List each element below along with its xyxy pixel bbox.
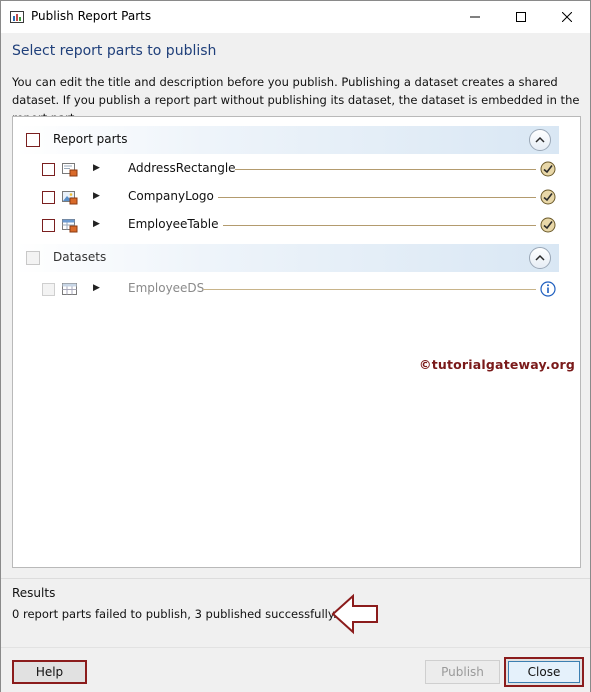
item-checkbox xyxy=(42,283,55,296)
publish-report-parts-dialog: Publish Report Parts Select report parts… xyxy=(0,0,591,692)
report-app-icon xyxy=(10,11,24,23)
maximize-icon xyxy=(516,12,526,22)
title-bar: Publish Report Parts xyxy=(1,1,590,33)
group-header-report-parts: Report parts xyxy=(16,126,559,154)
watermark-text: ©tutorialgateway.org xyxy=(419,357,575,372)
group-header-datasets: Datasets xyxy=(16,244,559,272)
list-item-report-part[interactable]: ▶ CompanyLogo xyxy=(13,183,580,211)
chevron-up-icon xyxy=(535,136,545,143)
image-part-icon xyxy=(62,191,78,205)
item-name: EmployeeTable xyxy=(128,217,219,231)
close-icon xyxy=(562,12,572,22)
report-parts-panel: Report parts ▶ AddressRectangle ▶ Compan… xyxy=(12,116,581,568)
publish-button[interactable]: Publish xyxy=(425,660,500,684)
title-underline xyxy=(223,225,536,226)
expand-triangle-icon[interactable]: ▶ xyxy=(93,283,100,293)
divider xyxy=(1,578,590,579)
list-item-report-part[interactable]: ▶ AddressRectangle xyxy=(13,155,580,183)
window-title: Publish Report Parts xyxy=(31,9,152,23)
collapse-report-parts-button[interactable] xyxy=(529,129,551,151)
chevron-up-icon xyxy=(535,254,545,261)
close-window-button[interactable] xyxy=(544,1,590,33)
page-title: Select report parts to publish xyxy=(12,43,217,59)
item-checkbox[interactable] xyxy=(42,191,55,204)
title-underline xyxy=(218,197,536,198)
published-check-icon xyxy=(540,189,556,205)
published-check-icon xyxy=(540,217,556,233)
expand-triangle-icon[interactable]: ▶ xyxy=(93,163,100,173)
expand-triangle-icon[interactable]: ▶ xyxy=(93,191,100,201)
dataset-icon xyxy=(62,283,77,295)
results-status-text: 0 report parts failed to publish, 3 publ… xyxy=(12,607,337,621)
group-label-datasets: Datasets xyxy=(53,250,107,264)
close-button-label: Close xyxy=(508,661,580,683)
item-name: EmployeeDS xyxy=(128,281,205,295)
rectangle-part-icon xyxy=(62,163,78,177)
minimize-button[interactable] xyxy=(452,1,498,33)
group-label-report-parts: Report parts xyxy=(53,132,128,146)
expand-triangle-icon[interactable]: ▶ xyxy=(93,219,100,229)
title-underline xyxy=(235,169,536,170)
collapse-datasets-button[interactable] xyxy=(529,247,551,269)
button-bar xyxy=(1,647,590,692)
help-button[interactable]: Help xyxy=(12,660,87,684)
item-checkbox[interactable] xyxy=(42,219,55,232)
title-underline xyxy=(203,289,536,290)
list-item-dataset[interactable]: ▶ EmployeeDS xyxy=(13,275,580,303)
minimize-icon xyxy=(470,16,480,18)
list-item-report-part[interactable]: ▶ EmployeeTable xyxy=(13,211,580,239)
datasets-select-all-checkbox xyxy=(26,251,40,265)
item-checkbox[interactable] xyxy=(42,163,55,176)
report-parts-select-all-checkbox[interactable] xyxy=(26,133,40,147)
left-arrow-annotation-icon xyxy=(331,593,378,635)
item-name: CompanyLogo xyxy=(128,189,214,203)
table-part-icon xyxy=(62,219,78,233)
close-button[interactable]: Close xyxy=(504,657,584,687)
published-check-icon xyxy=(540,161,556,177)
results-label: Results xyxy=(12,586,56,600)
maximize-button[interactable] xyxy=(498,1,544,33)
info-icon xyxy=(540,281,556,297)
item-name: AddressRectangle xyxy=(128,161,236,175)
